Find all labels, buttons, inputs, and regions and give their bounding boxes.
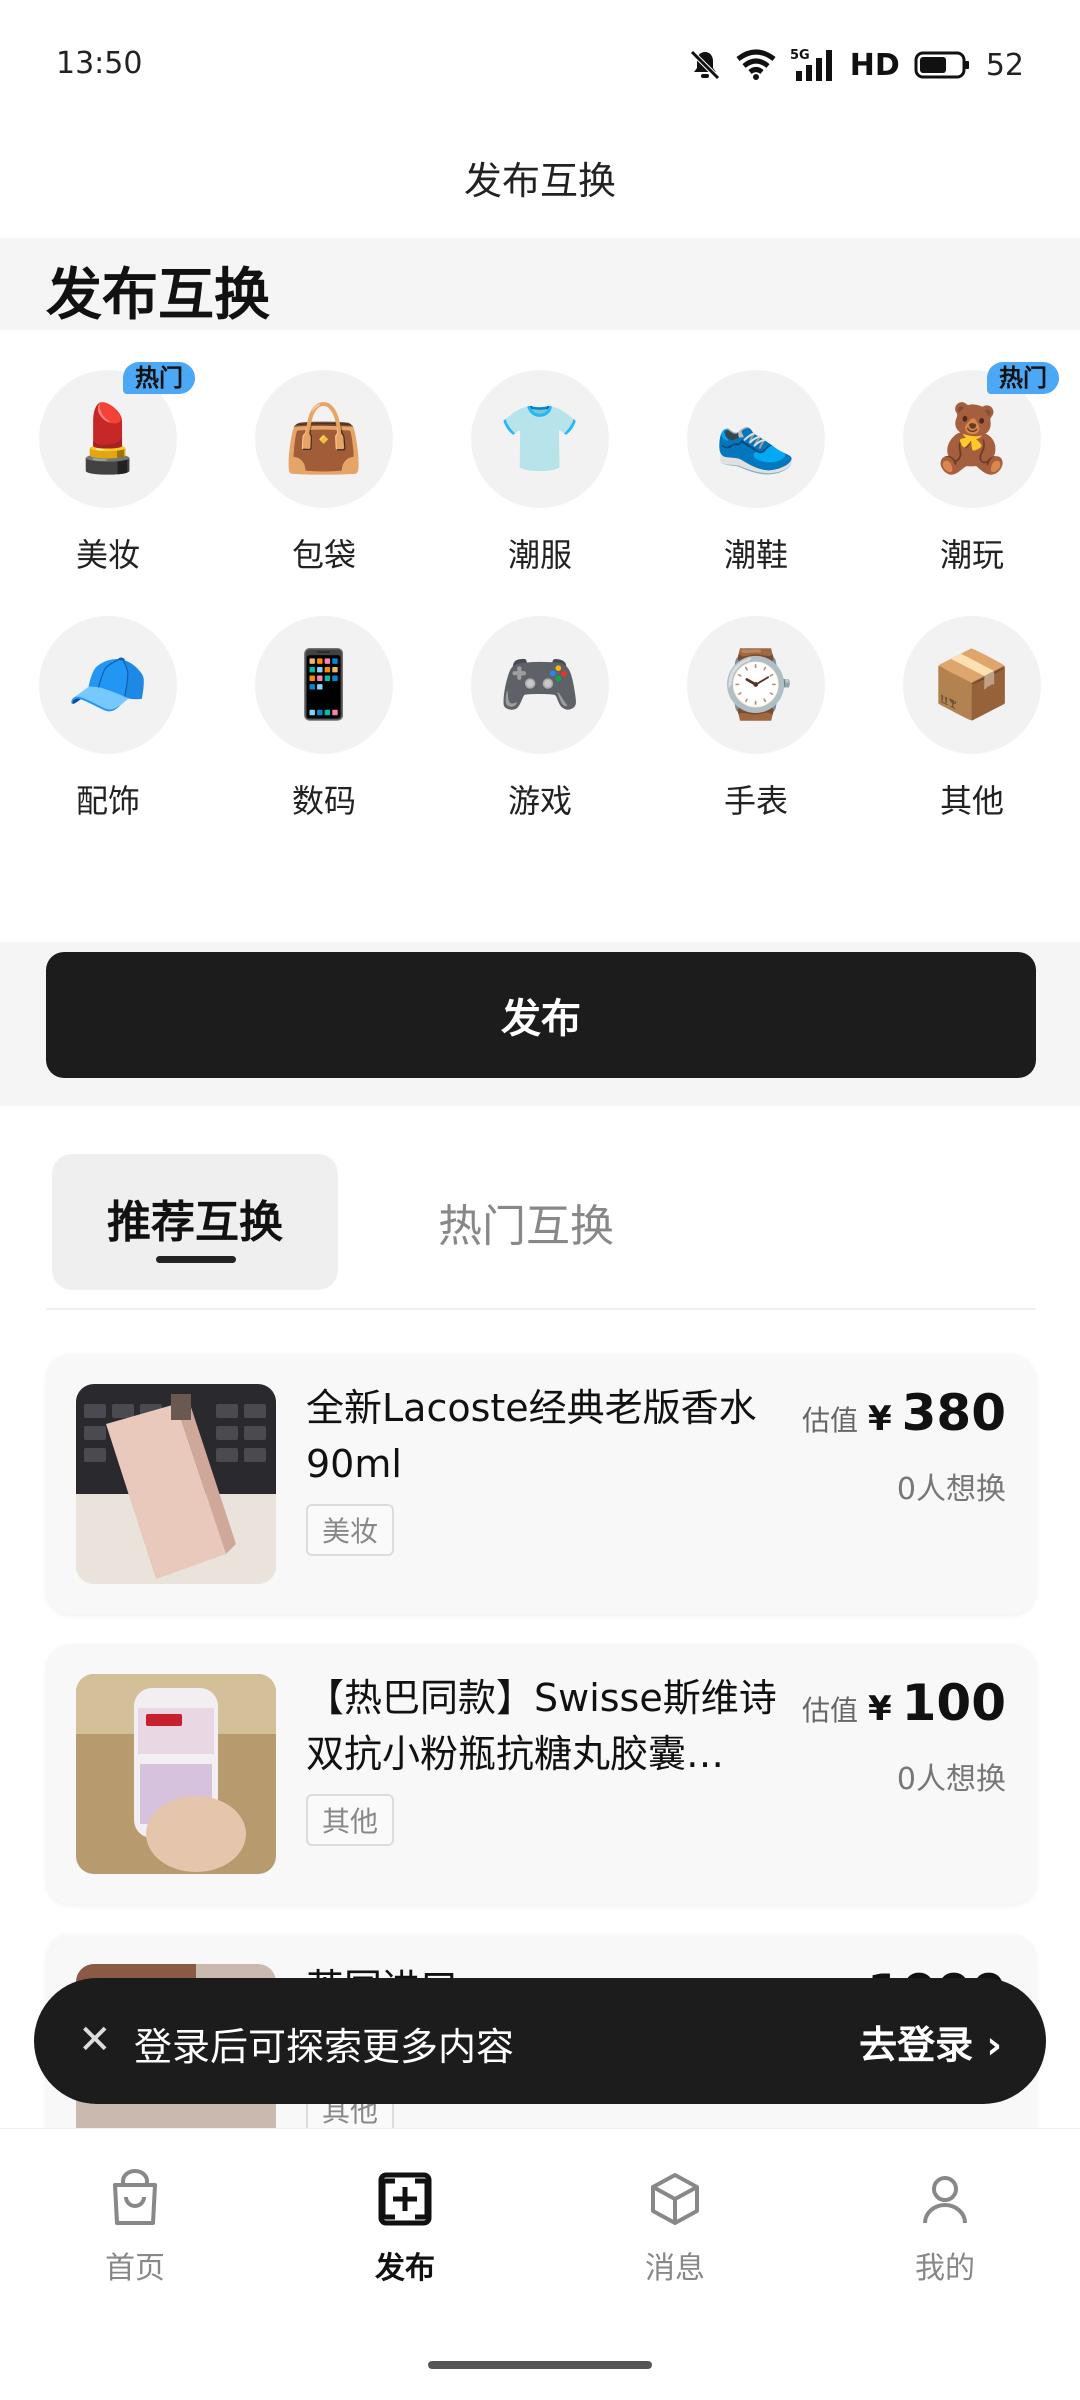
close-icon[interactable]: ✕ — [78, 2016, 112, 2064]
category-circle: 💄 热门 — [39, 362, 195, 508]
exchange-tabs: 推荐互换 热门互换 — [46, 1150, 1036, 1310]
sneaker-icon: 👟 — [714, 400, 798, 477]
item-card[interactable]: 全新Lacoste经典老版香水90ml 美妆 估值 ¥ 380 0人想换 — [46, 1354, 1036, 1614]
price-value: 380 — [901, 1384, 1006, 1442]
category-label: 其他 — [939, 782, 1004, 820]
watch-icon: ⌚ — [714, 646, 798, 723]
tabbar-label: 首页 — [105, 2251, 165, 2286]
item-title: 【热巴同款】Swisse斯维诗双抗小粉瓶抗糖丸胶囊… — [306, 1676, 777, 1776]
bottom-tab-bar: 首页 发布 消息 我的 — [0, 2128, 1080, 2400]
category-label: 包袋 — [291, 536, 356, 574]
price-row: 估值 ¥ 380 — [802, 1384, 1006, 1442]
category-label: 数码 — [291, 782, 356, 820]
signal-5g-icon: 5G — [790, 48, 832, 81]
item-tag: 其他 — [306, 1794, 395, 1846]
item-title: 全新Lacoste经典老版香水90ml — [306, 1386, 757, 1486]
hd-indicator: HD — [849, 47, 900, 83]
category-label: 手表 — [723, 782, 788, 820]
hot-badge: 热门 — [123, 362, 195, 394]
page-title: 发布互换 — [46, 263, 270, 328]
category-circle: 📦 — [903, 616, 1041, 754]
tabbar-label: 发布 — [375, 2251, 435, 2286]
phone-icon: 📱 — [282, 646, 366, 723]
tabbar-messages[interactable]: 消息 — [575, 2169, 775, 2287]
category-label: 潮玩 — [939, 536, 1004, 574]
item-thumbnail — [76, 1674, 276, 1874]
tshirt-icon: 👕 — [498, 400, 582, 477]
cap-icon: 🧢 — [66, 646, 150, 723]
price-label: 估值 — [801, 1694, 858, 1727]
login-button[interactable]: 去登录 › — [859, 2014, 1002, 2069]
box-icon: 📦 — [930, 646, 1014, 723]
category-label: 潮服 — [507, 536, 572, 574]
section-header: 发布互换 — [0, 238, 1080, 330]
tab-underline — [156, 1256, 236, 1263]
battery-icon — [914, 51, 969, 79]
svg-text:5G: 5G — [790, 48, 810, 63]
category-circle: 🎮 — [471, 616, 609, 754]
status-icons: 5G HD 52 — [688, 40, 1024, 90]
category-circle: 📱 — [255, 616, 393, 754]
category-beauty[interactable]: 💄 热门 美妆 — [28, 362, 195, 576]
category-circle: 👕 — [471, 370, 609, 508]
user-icon — [923, 2176, 967, 2224]
category-label: 配饰 — [75, 782, 140, 820]
category-label: 游戏 — [507, 782, 572, 820]
mute-bell-icon — [690, 50, 720, 80]
publish-button[interactable]: 发布 — [46, 952, 1036, 1078]
tab-label: 推荐互换 — [107, 1197, 283, 1248]
price-row: 估值 ¥ 100 — [802, 1674, 1006, 1732]
currency-symbol: ¥ — [867, 1399, 892, 1439]
item-tag: 美妆 — [306, 1504, 395, 1556]
tabbar-publish[interactable]: 发布 — [305, 2169, 505, 2287]
lipstick-icon: 💄 — [66, 400, 150, 477]
category-accessories[interactable]: 🧢 配饰 — [28, 616, 188, 822]
cube-icon — [651, 2173, 699, 2225]
status-bar: 13:50 5G HD 52 — [0, 0, 1080, 130]
tabbar-label: 我的 — [915, 2251, 975, 2286]
category-toys[interactable]: 🧸 热门 潮玩 — [892, 362, 1059, 576]
category-circle: 🧢 — [39, 616, 177, 754]
handbag-icon: 👜 — [282, 400, 366, 477]
price-label: 估值 — [801, 1404, 858, 1437]
login-prompt-text: 登录后可探索更多内容 — [134, 2025, 515, 2069]
item-thumbnail — [76, 1384, 276, 1584]
category-shoes[interactable]: 👟 潮鞋 — [676, 370, 836, 576]
login-banner: ✕ 登录后可探索更多内容 去登录 › — [34, 1978, 1046, 2104]
category-label: 潮鞋 — [723, 536, 788, 574]
wifi-icon — [736, 49, 776, 80]
category-circle: 👟 — [687, 370, 825, 508]
category-label: 美妆 — [75, 536, 140, 574]
shopping-bag-icon — [113, 2169, 157, 2225]
gamepad-icon: 🎮 — [498, 646, 582, 723]
tab-recommended[interactable]: 推荐互换 — [52, 1154, 338, 1290]
price-value: 100 — [901, 1674, 1006, 1732]
category-watches[interactable]: ⌚ 手表 — [676, 616, 836, 822]
hot-badge: 热门 — [987, 362, 1059, 394]
add-square-icon — [378, 2172, 432, 2226]
want-count: 0人想换 — [896, 1762, 1006, 1797]
tabbar-label: 消息 — [645, 2251, 705, 2286]
category-circle: ⌚ — [687, 616, 825, 754]
category-bags[interactable]: 👜 包袋 — [244, 370, 404, 576]
want-count: 0人想换 — [896, 1472, 1006, 1507]
status-time: 13:50 — [56, 46, 143, 81]
category-other[interactable]: 📦 其他 — [892, 616, 1052, 822]
battery-level: 52 — [985, 47, 1024, 83]
tab-hot[interactable]: 热门互换 — [438, 1190, 614, 1254]
item-card[interactable]: 【热巴同款】Swisse斯维诗双抗小粉瓶抗糖丸胶囊… 其他 估值 ¥ 100 0… — [46, 1644, 1036, 1904]
currency-symbol: ¥ — [867, 1689, 892, 1729]
category-games[interactable]: 🎮 游戏 — [460, 616, 620, 822]
category-circle: 🧸 热门 — [903, 362, 1059, 508]
teddy-bear-icon: 🧸 — [930, 400, 1014, 477]
tabbar-home[interactable]: 首页 — [35, 2169, 235, 2287]
tabbar-profile[interactable]: 我的 — [845, 2169, 1045, 2287]
publish-section: 发布 — [0, 942, 1080, 1106]
category-circle: 👜 — [255, 370, 393, 508]
nav-title: 发布互换 — [463, 159, 616, 203]
category-digital[interactable]: 📱 数码 — [244, 616, 404, 822]
category-clothing[interactable]: 👕 潮服 — [460, 370, 620, 576]
home-indicator[interactable] — [428, 2361, 652, 2369]
